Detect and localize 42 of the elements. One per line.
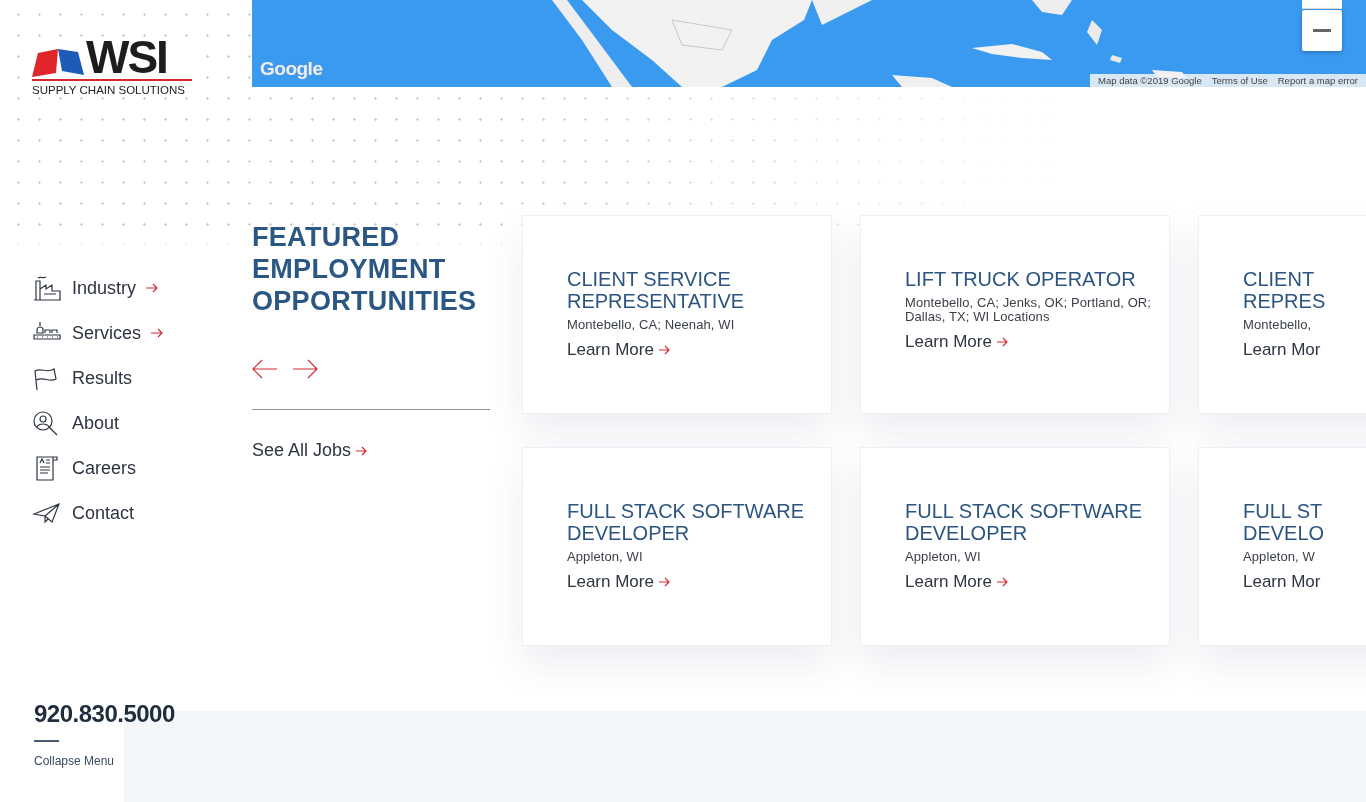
job-title: FULL STACK SOFTWARE DEVELOPER <box>905 500 1144 544</box>
job-title: FULL STACK SOFTWARE DEVELOPER <box>567 500 806 544</box>
job-title: CLIENT REPRES <box>1243 268 1327 312</box>
job-title: FULL ST DEVELO <box>1243 500 1326 544</box>
nav-item[interactable]: Careers <box>32 453 252 483</box>
arrow-right-icon <box>356 445 368 456</box>
previous-button[interactable] <box>252 359 278 379</box>
nav-item[interactable]: Results <box>32 363 252 393</box>
job-title: LIFT TRUCK OPERATOR <box>905 268 1137 290</box>
section-heading: FEATURED EMPLOYMENT OPPORTUNITIES <box>252 221 478 317</box>
learn-more-link[interactable]: Learn More <box>567 572 815 592</box>
logo-roof-icon <box>32 47 84 77</box>
learn-more-link[interactable]: Learn Mor <box>1243 572 1366 592</box>
job-title: CLIENT SERVICE REPRESENTATIVE <box>567 268 746 312</box>
minus-icon <box>1313 29 1331 32</box>
job-location: Appleton, WI <box>905 550 982 564</box>
job-location: Montebello, CA; Neenah, WI <box>567 318 736 332</box>
paper-plane-icon <box>32 500 62 526</box>
see-all-jobs-link[interactable]: See All Jobs <box>252 440 490 461</box>
factory-icon <box>32 275 62 301</box>
job-location: Montebello, <box>1243 318 1313 332</box>
zoom-out-button[interactable] <box>1302 10 1342 51</box>
logo-tagline: SUPPLY CHAIN SOLUTIONS <box>32 79 192 96</box>
map-logo: Google <box>260 58 323 80</box>
nav-item[interactable]: Contact <box>32 498 252 528</box>
phone-number: 920.830.5000 <box>34 700 175 728</box>
job-location: Appleton, WI <box>567 550 644 564</box>
next-button[interactable] <box>292 359 318 379</box>
map-attribution-link[interactable]: Report a map error <box>1277 75 1358 86</box>
nav-item[interactable]: About <box>32 408 252 438</box>
learn-more-link[interactable]: Learn Mor <box>1243 340 1366 360</box>
job-location: Appleton, W <box>1243 550 1316 564</box>
logo-wordmark: WSI <box>86 37 167 77</box>
map-attribution-link[interactable]: Terms of Use <box>1211 75 1268 86</box>
learn-more-link[interactable]: Learn More <box>567 340 815 360</box>
nav-item[interactable]: Industry <box>32 273 252 303</box>
learn-more-link[interactable]: Learn More <box>905 332 1153 352</box>
nav-item[interactable]: Services <box>32 318 252 348</box>
map-attribution-link[interactable]: Map data ©2019 Google <box>1098 75 1202 86</box>
collapse-menu-link[interactable]: Collapse Menu <box>34 754 115 768</box>
learn-more-link[interactable]: Learn More <box>905 572 1153 592</box>
job-location: Montebello, CA; Jenks, OK; Portland, OR; Dallas, TX; WI Locations <box>905 296 1153 324</box>
